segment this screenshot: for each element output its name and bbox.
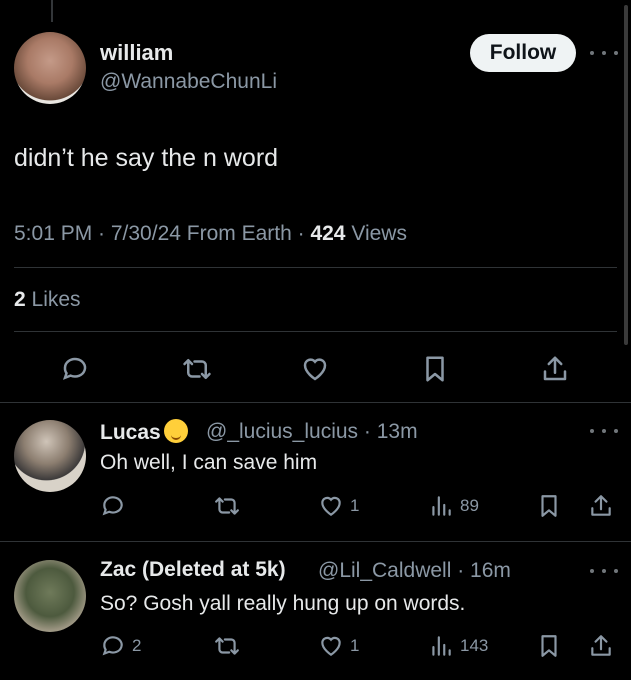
author-name[interactable]: william	[100, 40, 173, 66]
retweet-button[interactable]	[212, 493, 242, 519]
like-count: 1	[350, 496, 360, 515]
views-button[interactable]: 143	[428, 633, 488, 659]
author-handle[interactable]: @WannabeChunLi	[100, 70, 277, 94]
views-count: 424	[310, 222, 346, 245]
like-count: 1	[350, 636, 360, 655]
likes-summary[interactable]: 2 Likes	[14, 288, 81, 312]
views-icon	[432, 496, 451, 516]
reply-handle-time[interactable]: @_lucius_lucius · 13m	[206, 420, 418, 444]
reply-author-name[interactable]: Zac (Deleted at 5k)	[100, 558, 286, 582]
retweet-icon	[183, 359, 211, 379]
reply-count: 2	[132, 636, 142, 655]
reply-icon	[102, 496, 123, 516]
retweet-icon	[215, 497, 239, 515]
tweet-meta: 5:01 PM · 7/30/24 From Earth · 424 Views	[14, 222, 407, 246]
more-icon[interactable]	[590, 566, 618, 576]
thread-line	[51, 0, 53, 22]
divider	[0, 402, 631, 403]
likes-count: 2	[14, 288, 26, 311]
views-icon	[432, 636, 451, 656]
divider	[14, 267, 617, 268]
share-button[interactable]	[540, 354, 570, 384]
more-icon[interactable]	[590, 426, 618, 436]
follow-button[interactable]: Follow	[470, 34, 576, 72]
reply-button[interactable]	[100, 493, 126, 519]
like-icon	[321, 496, 341, 516]
share-icon	[591, 495, 611, 516]
reply-button[interactable]: 2	[100, 633, 141, 659]
share-button[interactable]	[588, 493, 614, 519]
bookmark-icon	[541, 495, 557, 517]
like-button[interactable]: 1	[318, 493, 359, 519]
bookmark-button[interactable]	[536, 493, 562, 519]
like-icon	[321, 636, 341, 656]
views-button[interactable]: 89	[428, 493, 479, 519]
reply-author-name[interactable]: Lucas	[100, 419, 188, 445]
share-icon	[591, 635, 611, 656]
reply-text: Oh well, I can save him	[100, 451, 318, 474]
avatar[interactable]	[14, 420, 86, 492]
tweet-text: didn’t he say the n word	[14, 144, 279, 172]
reply-handle-time[interactable]: @Lil_Caldwell · 16m	[318, 559, 511, 583]
divider	[14, 331, 617, 332]
retweet-icon	[215, 637, 239, 655]
bookmark-button[interactable]	[420, 354, 450, 384]
reply-text: So? Gosh yall really hung up on words.	[100, 592, 466, 615]
retweet-button[interactable]	[212, 633, 242, 659]
like-button[interactable]: 1	[318, 633, 359, 659]
views-count: 143	[460, 636, 489, 655]
share-icon	[543, 356, 567, 381]
likes-label: Likes	[25, 288, 81, 311]
like-button[interactable]	[300, 354, 330, 384]
avatar[interactable]	[14, 560, 86, 632]
views-count: 89	[460, 496, 479, 515]
reply-button[interactable]	[60, 354, 90, 384]
retweet-button[interactable]	[180, 354, 214, 384]
divider	[0, 541, 631, 542]
bookmark-icon	[541, 635, 557, 657]
reply-author-name-text: Lucas	[100, 421, 161, 444]
avatar[interactable]	[14, 32, 86, 104]
views-label: Views	[345, 222, 407, 245]
bookmark-icon	[426, 356, 444, 382]
smile-emoji-icon	[163, 419, 188, 443]
reply-icon	[62, 357, 87, 380]
more-icon[interactable]	[590, 48, 618, 58]
scrollbar[interactable]	[624, 5, 628, 345]
bookmark-button[interactable]	[536, 633, 562, 659]
tweet-timestamp: 5:01 PM · 7/30/24 From Earth ·	[14, 222, 311, 245]
reply-icon	[102, 636, 123, 656]
share-button[interactable]	[588, 633, 614, 659]
like-icon	[303, 358, 327, 381]
